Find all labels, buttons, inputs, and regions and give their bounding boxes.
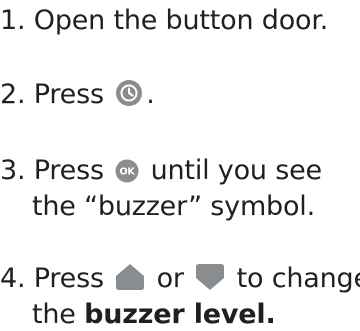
step-3-continuation: the “buzzer” symbol. xyxy=(0,191,315,223)
step-4: 4. Press or to change xyxy=(0,263,360,295)
step-3: 3. Press OK until you see xyxy=(0,155,322,187)
step-text-line2: the “buzzer” symbol. xyxy=(32,191,315,222)
step-text-middle: or xyxy=(156,263,184,294)
svg-text:OK: OK xyxy=(120,167,136,178)
step-text-end: until you see xyxy=(150,155,322,186)
step-number: 2. xyxy=(0,79,26,110)
down-button-icon xyxy=(195,263,225,291)
step-text-end: . xyxy=(146,79,155,110)
step-text-line2: the xyxy=(32,299,76,330)
ok-button-icon: OK xyxy=(115,159,139,183)
step-text: Press xyxy=(33,263,104,294)
step-number: 3. xyxy=(0,155,26,186)
step-number: 1. xyxy=(0,5,26,36)
clock-button-icon xyxy=(115,79,143,107)
step-text: Press xyxy=(33,79,104,110)
step-text: Open the button door. xyxy=(33,5,329,36)
step-number: 4. xyxy=(0,263,26,294)
step-2: 2. Press . xyxy=(0,79,155,111)
step-text-line2-bold: buzzer level. xyxy=(84,299,276,330)
step-1: 1. Open the button door. xyxy=(0,5,328,37)
step-text-end: to change xyxy=(236,263,360,294)
step-4-continuation: the buzzer level. xyxy=(0,299,276,331)
up-button-icon xyxy=(115,263,145,291)
step-text: Press xyxy=(33,155,104,186)
